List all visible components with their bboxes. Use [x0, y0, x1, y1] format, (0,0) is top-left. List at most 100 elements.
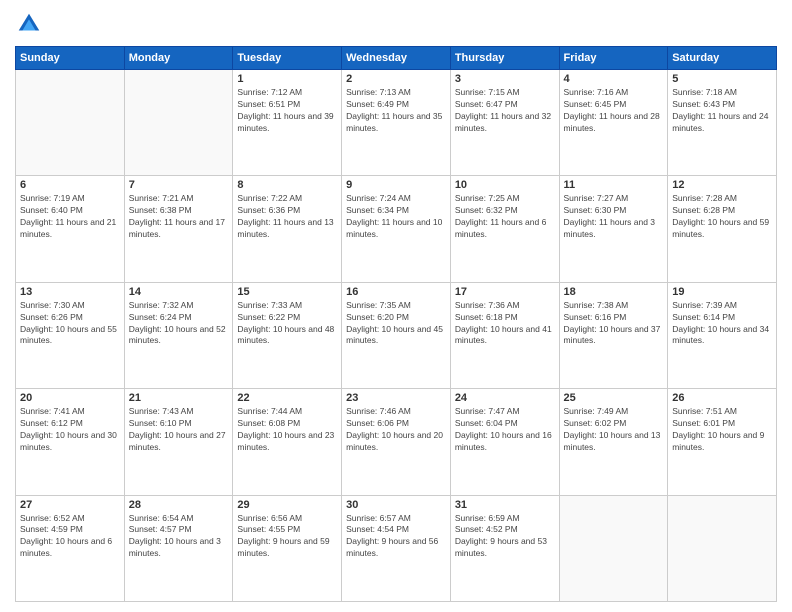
day-number: 27 [20, 499, 120, 511]
header [15, 10, 777, 38]
calendar-cell: 4Sunrise: 7:16 AM Sunset: 6:45 PM Daylig… [559, 70, 668, 176]
calendar-cell: 10Sunrise: 7:25 AM Sunset: 6:32 PM Dayli… [450, 176, 559, 282]
day-number: 16 [346, 286, 446, 298]
day-info: Sunrise: 7:21 AM Sunset: 6:38 PM Dayligh… [129, 193, 229, 241]
page: SundayMondayTuesdayWednesdayThursdayFrid… [0, 0, 792, 612]
calendar-cell: 3 Sunrise: 7:15 AM Sunset: 6:47 PM Daylig… [450, 70, 559, 176]
calendar-cell: 20 Sunrise: 7:41 AM Sunset: 6:12 PM Dayli… [16, 389, 125, 495]
day-number: 22 [237, 392, 337, 404]
day-info: Sunrise: 7:24 AM Sunset: 6:34 PM Dayligh… [346, 193, 446, 241]
day-info: Sunrise: 7:28 AM Sunset: 6:28 PM Dayligh… [672, 193, 772, 241]
calendar-cell: 21 Sunrise: 7:43 AM Sunset: 6:10 PM Dayli… [124, 389, 233, 495]
day-info: Sunrise: 7:18 AM Sunset: 6:43 PM Dayligh… [672, 87, 772, 135]
weekday-header: Sunday [16, 47, 125, 70]
day-info: Sunrise: 7:39 AM Sunset: 6:14 PM Dayligh… [672, 300, 772, 348]
calendar-week-row: 27Sunrise: 6:52 AM Sunset: 4:59 PM Dayli… [16, 495, 777, 601]
calendar-cell: 16 Sunrise: 7:35 AM Sunset: 6:20 PM Dayli… [342, 282, 451, 388]
calendar-cell: 8Sunrise: 7:22 AM Sunset: 6:36 PM Daylig… [233, 176, 342, 282]
calendar-cell: 29 Sunrise: 6:56 AM Sunset: 4:55 PM Dayli… [233, 495, 342, 601]
day-info: Sunrise: 7:35 AM Sunset: 6:20 PM Dayligh… [346, 300, 446, 348]
calendar-cell: 6 Sunrise: 7:19 AM Sunset: 6:40 PM Daylig… [16, 176, 125, 282]
day-info: Sunrise: 6:56 AM Sunset: 4:55 PM Dayligh… [237, 513, 337, 561]
day-number: 15 [237, 286, 337, 298]
day-number: 12 [672, 179, 772, 191]
weekday-header: Friday [559, 47, 668, 70]
day-info: Sunrise: 6:57 AM Sunset: 4:54 PM Dayligh… [346, 513, 446, 561]
day-number: 30 [346, 499, 446, 511]
weekday-row: SundayMondayTuesdayWednesdayThursdayFrid… [16, 47, 777, 70]
calendar-cell [16, 70, 125, 176]
day-number: 21 [129, 392, 229, 404]
logo [15, 10, 47, 38]
day-number: 24 [455, 392, 555, 404]
day-number: 5 [672, 73, 772, 85]
calendar-cell: 28Sunrise: 6:54 AM Sunset: 4:57 PM Dayli… [124, 495, 233, 601]
day-info: Sunrise: 7:15 AM Sunset: 6:47 PM Dayligh… [455, 87, 555, 135]
calendar-week-row: 13 Sunrise: 7:30 AM Sunset: 6:26 PM Dayli… [16, 282, 777, 388]
calendar-cell: 1 Sunrise: 7:12 AM Sunset: 6:51 PM Daylig… [233, 70, 342, 176]
calendar-cell [668, 495, 777, 601]
calendar-cell: 14 Sunrise: 7:32 AM Sunset: 6:24 PM Dayli… [124, 282, 233, 388]
day-number: 20 [20, 392, 120, 404]
logo-icon [15, 10, 43, 38]
day-info: Sunrise: 7:36 AM Sunset: 6:18 PM Dayligh… [455, 300, 555, 348]
day-info: Sunrise: 6:59 AM Sunset: 4:52 PM Dayligh… [455, 513, 555, 561]
day-info: Sunrise: 7:41 AM Sunset: 6:12 PM Dayligh… [20, 406, 120, 454]
weekday-header: Thursday [450, 47, 559, 70]
calendar-header: SundayMondayTuesdayWednesdayThursdayFrid… [16, 47, 777, 70]
day-number: 6 [20, 179, 120, 191]
day-info: Sunrise: 7:49 AM Sunset: 6:02 PM Dayligh… [564, 406, 664, 454]
calendar-cell: 18Sunrise: 7:38 AM Sunset: 6:16 PM Dayli… [559, 282, 668, 388]
day-number: 26 [672, 392, 772, 404]
day-info: Sunrise: 7:22 AM Sunset: 6:36 PM Dayligh… [237, 193, 337, 241]
day-number: 19 [672, 286, 772, 298]
calendar-cell: 7 Sunrise: 7:21 AM Sunset: 6:38 PM Daylig… [124, 176, 233, 282]
calendar-cell: 15Sunrise: 7:33 AM Sunset: 6:22 PM Dayli… [233, 282, 342, 388]
day-number: 3 [455, 73, 555, 85]
day-number: 25 [564, 392, 664, 404]
weekday-header: Wednesday [342, 47, 451, 70]
day-info: Sunrise: 7:44 AM Sunset: 6:08 PM Dayligh… [237, 406, 337, 454]
calendar-cell: 5 Sunrise: 7:18 AM Sunset: 6:43 PM Daylig… [668, 70, 777, 176]
day-number: 9 [346, 179, 446, 191]
calendar-week-row: 6 Sunrise: 7:19 AM Sunset: 6:40 PM Daylig… [16, 176, 777, 282]
calendar-cell: 26 Sunrise: 7:51 AM Sunset: 6:01 PM Dayli… [668, 389, 777, 495]
day-info: Sunrise: 7:25 AM Sunset: 6:32 PM Dayligh… [455, 193, 555, 241]
calendar-cell: 13 Sunrise: 7:30 AM Sunset: 6:26 PM Dayli… [16, 282, 125, 388]
weekday-header: Tuesday [233, 47, 342, 70]
day-number: 14 [129, 286, 229, 298]
day-number: 29 [237, 499, 337, 511]
day-number: 1 [237, 73, 337, 85]
weekday-header: Monday [124, 47, 233, 70]
calendar-cell [559, 495, 668, 601]
calendar-week-row: 20 Sunrise: 7:41 AM Sunset: 6:12 PM Dayli… [16, 389, 777, 495]
calendar-week-row: 1 Sunrise: 7:12 AM Sunset: 6:51 PM Daylig… [16, 70, 777, 176]
calendar-cell [124, 70, 233, 176]
day-info: Sunrise: 7:19 AM Sunset: 6:40 PM Dayligh… [20, 193, 120, 241]
calendar-cell: 9 Sunrise: 7:24 AM Sunset: 6:34 PM Daylig… [342, 176, 451, 282]
day-info: Sunrise: 7:13 AM Sunset: 6:49 PM Dayligh… [346, 87, 446, 135]
day-number: 2 [346, 73, 446, 85]
day-number: 28 [129, 499, 229, 511]
calendar-cell: 2 Sunrise: 7:13 AM Sunset: 6:49 PM Daylig… [342, 70, 451, 176]
day-number: 13 [20, 286, 120, 298]
day-info: Sunrise: 7:30 AM Sunset: 6:26 PM Dayligh… [20, 300, 120, 348]
calendar-cell: 19 Sunrise: 7:39 AM Sunset: 6:14 PM Dayli… [668, 282, 777, 388]
day-info: Sunrise: 7:32 AM Sunset: 6:24 PM Dayligh… [129, 300, 229, 348]
day-info: Sunrise: 7:27 AM Sunset: 6:30 PM Dayligh… [564, 193, 664, 241]
day-info: Sunrise: 7:47 AM Sunset: 6:04 PM Dayligh… [455, 406, 555, 454]
day-info: Sunrise: 7:12 AM Sunset: 6:51 PM Dayligh… [237, 87, 337, 135]
calendar-table: SundayMondayTuesdayWednesdayThursdayFrid… [15, 46, 777, 602]
day-number: 7 [129, 179, 229, 191]
calendar-cell: 27Sunrise: 6:52 AM Sunset: 4:59 PM Dayli… [16, 495, 125, 601]
day-number: 18 [564, 286, 664, 298]
calendar-cell: 22 Sunrise: 7:44 AM Sunset: 6:08 PM Dayli… [233, 389, 342, 495]
day-number: 31 [455, 499, 555, 511]
day-info: Sunrise: 7:16 AM Sunset: 6:45 PM Dayligh… [564, 87, 664, 135]
weekday-header: Saturday [668, 47, 777, 70]
day-number: 11 [564, 179, 664, 191]
calendar-cell: 17Sunrise: 7:36 AM Sunset: 6:18 PM Dayli… [450, 282, 559, 388]
day-info: Sunrise: 7:51 AM Sunset: 6:01 PM Dayligh… [672, 406, 772, 454]
day-info: Sunrise: 7:43 AM Sunset: 6:10 PM Dayligh… [129, 406, 229, 454]
calendar-cell: 23Sunrise: 7:46 AM Sunset: 6:06 PM Dayli… [342, 389, 451, 495]
